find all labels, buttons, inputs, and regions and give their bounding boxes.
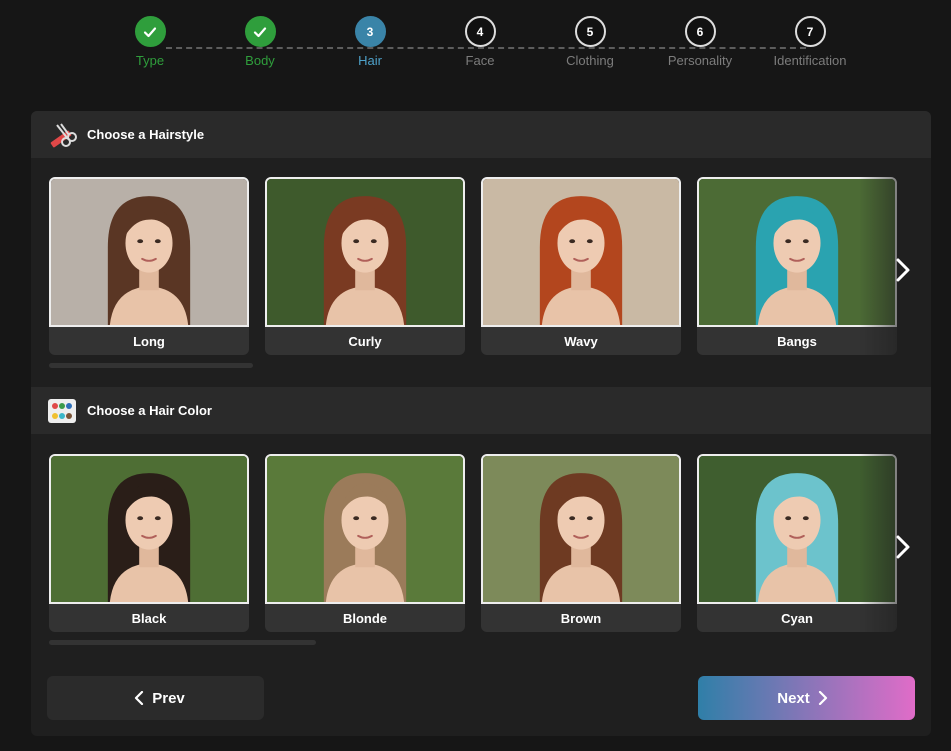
hairstyle-option-label: Curly xyxy=(265,327,465,355)
step-label: Identification xyxy=(773,53,847,68)
haircolor-scrollbar[interactable] xyxy=(49,640,316,645)
customization-panel: Choose a Hairstyle Long Curly Wavy Bangs Ch… xyxy=(31,111,931,736)
next-button[interactable]: Next xyxy=(698,676,915,720)
haircolor-option-label: Blonde xyxy=(265,604,465,632)
chevron-right-icon xyxy=(818,691,828,705)
prev-button[interactable]: Prev xyxy=(47,676,264,720)
step-hair[interactable]: 3 Hair xyxy=(315,16,425,68)
step-face[interactable]: 4 Face xyxy=(425,16,535,68)
haircolor-carousel: Black Blonde Brown Cyan xyxy=(49,454,919,634)
chevron-right-icon xyxy=(895,534,911,565)
step-label: Personality xyxy=(667,53,733,68)
haircolor-option-blonde[interactable]: Blonde xyxy=(265,454,465,632)
step-identification[interactable]: 7 Identification xyxy=(755,16,865,68)
check-icon xyxy=(244,16,276,47)
step-number: 6 xyxy=(684,16,716,47)
haircolor-option-image xyxy=(265,454,465,604)
step-personality[interactable]: 6 Personality xyxy=(645,16,755,68)
step-clothing[interactable]: 5 Clothing xyxy=(535,16,645,68)
hairstyle-option-image xyxy=(265,177,465,327)
step-label: Type xyxy=(135,53,165,68)
step-number: 4 xyxy=(464,16,496,47)
section-title: Choose a Hairstyle xyxy=(87,127,205,142)
section-title: Choose a Hair Color xyxy=(87,403,212,418)
haircolor-option-black[interactable]: Black xyxy=(49,454,249,632)
hairstyle-next-arrow[interactable] xyxy=(889,252,917,292)
next-button-label: Next xyxy=(777,689,810,707)
chevron-right-icon xyxy=(895,257,911,288)
chevron-left-icon xyxy=(134,691,144,705)
hairstyle-option-image xyxy=(481,177,681,327)
step-label: Face xyxy=(465,53,495,68)
haircolor-option-label: Brown xyxy=(481,604,681,632)
step-number: 5 xyxy=(574,16,606,47)
hairstyle-section-header: Choose a Hairstyle xyxy=(31,111,931,158)
haircolor-option-brown[interactable]: Brown xyxy=(481,454,681,632)
step-number: 3 xyxy=(354,16,386,47)
hairstyle-option-label: Wavy xyxy=(481,327,681,355)
prev-button-label: Prev xyxy=(152,689,185,707)
progress-stepper: Type Body 3 Hair 4 Face 5 Clothing 6 Per… xyxy=(0,16,951,76)
hairstyle-carousel: Long Curly Wavy Bangs xyxy=(49,177,919,357)
step-label: Clothing xyxy=(566,53,614,68)
hairstyle-option-long[interactable]: Long xyxy=(49,177,249,355)
step-label: Body xyxy=(245,53,275,68)
step-label: Hair xyxy=(358,53,382,68)
hairstyle-option-label: Long xyxy=(49,327,249,355)
hairstyle-option-wavy[interactable]: Wavy xyxy=(481,177,681,355)
hairstyle-option-curly[interactable]: Curly xyxy=(265,177,465,355)
paint-palette-icon xyxy=(47,396,77,426)
haircolor-option-image xyxy=(481,454,681,604)
scissors-comb-icon xyxy=(47,120,77,150)
haircolor-option-label: Black xyxy=(49,604,249,632)
hairstyle-scrollbar[interactable] xyxy=(49,363,253,368)
step-number: 7 xyxy=(794,16,826,47)
hairstyle-option-image xyxy=(49,177,249,327)
haircolor-next-arrow[interactable] xyxy=(889,529,917,569)
step-body[interactable]: Body xyxy=(205,16,315,68)
step-type[interactable]: Type xyxy=(95,16,205,68)
check-icon xyxy=(134,16,166,47)
haircolor-section-header: Choose a Hair Color xyxy=(31,387,931,434)
haircolor-option-image xyxy=(49,454,249,604)
